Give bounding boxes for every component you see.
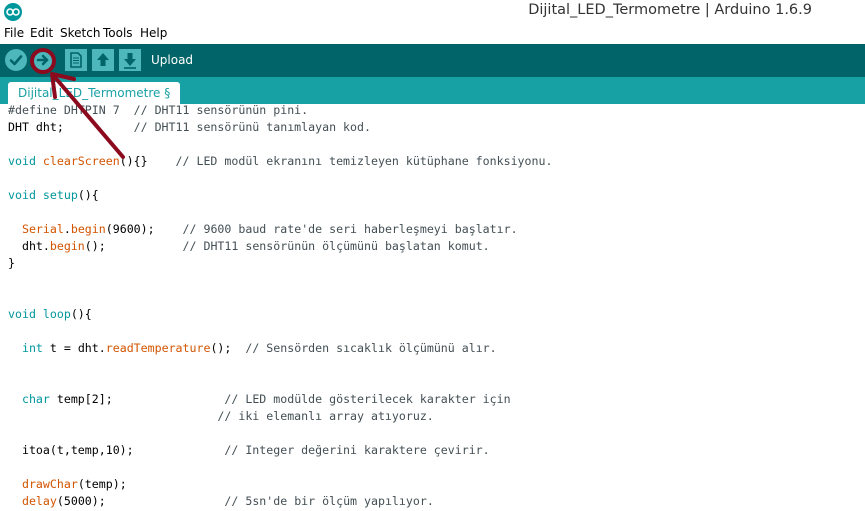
- code-token: (){: [70, 307, 92, 321]
- code-token: (){}: [119, 154, 176, 168]
- code-editor[interactable]: #define DHTPIN 7 // DHT11 sensörünün pin…: [0, 104, 865, 511]
- code-line: DHT dht; // DHT11 sensörünü tanımlayan k…: [8, 119, 371, 135]
- menu-edit[interactable]: Edit: [30, 26, 53, 40]
- code-token: Serial: [21, 222, 64, 236]
- code-token: .: [63, 222, 71, 236]
- code-line: void loop(){: [8, 306, 92, 322]
- code-token: // DHT11 sensörünün ölçümünü başlatan ko…: [182, 239, 490, 253]
- code-token: }: [8, 256, 15, 270]
- code-token: ();: [84, 239, 183, 253]
- title-bar: Dijital_LED_Termometre | Arduino 1.6.9: [0, 0, 865, 24]
- code-token: // LED modül ekranını temizleyen kütüpha…: [175, 154, 553, 168]
- code-token: void: [8, 307, 36, 321]
- code-token: begin: [70, 222, 106, 236]
- code-line: int t = dht.readTemperature(); // Sensör…: [8, 340, 497, 356]
- menu-file[interactable]: File: [4, 26, 24, 40]
- menu-help[interactable]: Help: [140, 26, 167, 40]
- new-file-icon: [70, 52, 82, 68]
- code-line: void setup(){: [8, 187, 99, 203]
- code-token: readTemperature: [105, 341, 211, 355]
- code-token: begin: [49, 239, 85, 253]
- code-line: }: [8, 255, 15, 271]
- code-line: Serial.begin(9600); // 9600 baud rate'de…: [8, 221, 518, 237]
- code-token: loop: [42, 307, 71, 321]
- code-token: // DHT11 sensörünü tanımlayan kod.: [133, 120, 371, 134]
- code-line: itoa(t,temp,10); // Integer değerini kar…: [8, 442, 490, 458]
- arrow-up-icon: [97, 53, 109, 66]
- code-token: #define DHTPIN 7 // DHT11 sensörünün pin…: [8, 104, 309, 117]
- code-line: // iki elemanlı array atıyoruz.: [8, 408, 434, 424]
- menu-sketch[interactable]: Sketch: [60, 26, 100, 40]
- checkmark-icon: [9, 55, 23, 66]
- code-token: ();: [210, 341, 246, 355]
- code-token: (9600);: [105, 222, 183, 236]
- tab-strip: Dijital_LED_Termometre §: [0, 77, 865, 104]
- code-token: // Sensörden sıcaklık ölçümünü alır.: [245, 341, 497, 355]
- tab-sketch[interactable]: Dijital_LED_Termometre §: [8, 82, 181, 104]
- arrow-right-icon: [36, 54, 49, 66]
- code-token: t = dht.: [42, 341, 106, 355]
- code-token: // iki elemanlı array atıyoruz.: [217, 409, 434, 423]
- code-line: #define DHTPIN 7 // DHT11 sensörünün pin…: [8, 104, 308, 118]
- code-token: void: [8, 188, 36, 202]
- code-token: delay: [21, 494, 57, 508]
- upload-button[interactable]: [32, 49, 54, 71]
- code-token: (5000);: [56, 494, 225, 508]
- code-token: drawChar: [21, 477, 78, 491]
- code-token: int: [21, 341, 43, 355]
- arrow-down-icon: [124, 53, 136, 69]
- code-token: // LED modülde gösterilecek karakter içi…: [224, 392, 511, 406]
- code-token: (){: [77, 188, 99, 202]
- code-token: setup: [42, 188, 78, 202]
- code-token: char: [21, 392, 50, 406]
- code-token: dht.: [8, 239, 50, 253]
- new-sketch-button[interactable]: [65, 49, 87, 71]
- code-token: // 9600 baud rate'de seri haberleşmeyi b…: [182, 222, 518, 236]
- code-token: // Integer değerini karaktere çevirir.: [224, 443, 490, 457]
- verify-button[interactable]: [5, 49, 27, 71]
- code-line: dht.begin(); // DHT11 sensörünün ölçümün…: [8, 238, 490, 254]
- code-token: itoa(t,temp,10);: [8, 443, 225, 457]
- code-token: void: [8, 154, 36, 168]
- code-line: char temp[2]; // LED modülde gösterilece…: [8, 391, 511, 407]
- toolbar: Upload: [0, 44, 865, 77]
- save-sketch-button[interactable]: [119, 49, 141, 71]
- code-token: (temp);: [77, 477, 127, 491]
- open-sketch-button[interactable]: [92, 49, 114, 71]
- menu-bar: File Edit Sketch Tools Help: [0, 24, 865, 42]
- code-token: DHT dht;: [8, 120, 134, 134]
- code-line: drawChar(temp);: [8, 476, 127, 492]
- toolbar-hover-label: Upload: [151, 53, 194, 67]
- window-title: Dijital_LED_Termometre | Arduino 1.6.9: [528, 2, 812, 18]
- code-token: // 5sn'de bir ölçüm yapılıyor.: [224, 494, 434, 508]
- code-token: clearScreen: [42, 154, 120, 168]
- menu-tools[interactable]: Tools: [103, 26, 133, 40]
- code-line: void clearScreen(){} // LED modül ekranı…: [8, 153, 552, 169]
- code-line: delay(5000); // 5sn'de bir ölçüm yapılıy…: [8, 493, 434, 509]
- code-token: temp[2];: [49, 392, 225, 406]
